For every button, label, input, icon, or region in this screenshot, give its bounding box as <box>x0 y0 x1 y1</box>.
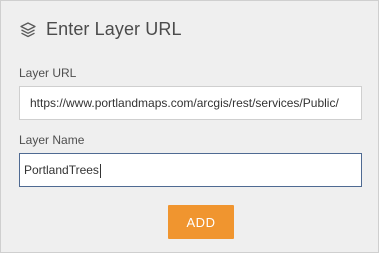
panel-header: Enter Layer URL <box>19 19 182 40</box>
page-title: Enter Layer URL <box>46 19 182 39</box>
layers-icon <box>20 21 36 37</box>
layer-url-label: Layer URL <box>19 66 77 80</box>
layer-name-value: PortlandTrees <box>24 163 99 177</box>
add-layer-panel: Enter Layer URL Layer URL https://www.po… <box>0 0 379 253</box>
layer-name-label: Layer Name <box>19 133 85 147</box>
text-caret <box>99 163 101 178</box>
layer-name-input[interactable]: PortlandTrees <box>19 153 362 187</box>
layer-url-input[interactable]: https://www.portlandmaps.com/arcgis/rest… <box>19 86 362 120</box>
add-button[interactable]: ADD <box>168 205 234 239</box>
layer-url-value: https://www.portlandmaps.com/arcgis/rest… <box>30 96 339 110</box>
